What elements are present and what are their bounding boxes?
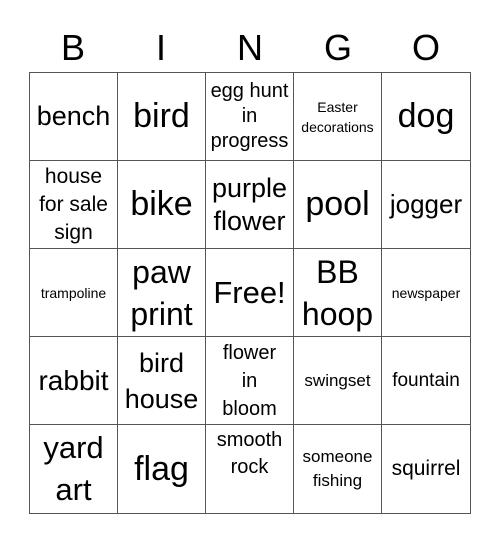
header-letter-o: O (411, 27, 440, 68)
bingo-cell[interactable]: fountain (382, 337, 470, 425)
bingo-cell[interactable]: trampoline (30, 249, 118, 337)
cell-label: purple flower (211, 172, 288, 236)
bingo-cell[interactable]: swingset (294, 337, 382, 425)
cell-label: Free! (213, 274, 286, 310)
cell-label: dog (397, 97, 455, 135)
bingo-cell[interactable]: bird (118, 73, 206, 161)
bingo-cell[interactable]: newspaper (382, 249, 470, 337)
bingo-cell[interactable]: yard art (30, 425, 118, 513)
bingo-cell[interactable]: bird house (118, 337, 206, 425)
cell-label: flower in bloom (222, 341, 277, 420)
cell-label: trampoline (40, 284, 107, 301)
cell-label: bike (130, 185, 193, 223)
header-letter-i: I (155, 27, 166, 68)
bingo-grid: bench bird egg hunt in progress Easter d… (29, 72, 471, 514)
cell-label: rabbit (38, 364, 109, 396)
header-letter-n: N (237, 27, 263, 68)
cell-label: bench (36, 101, 111, 131)
bingo-cell[interactable]: house for sale sign (30, 161, 118, 249)
cell-label: jogger (389, 189, 463, 219)
bingo-cell[interactable]: bench (30, 73, 118, 161)
header-letter-b: B (60, 27, 85, 68)
cell-label: house for sale sign (39, 164, 108, 244)
bingo-cell[interactable]: Free! (206, 249, 294, 337)
cell-label: fountain (392, 369, 460, 391)
cell-label: squirrel (391, 457, 461, 480)
cell-label: bird (133, 97, 190, 135)
bingo-cell[interactable]: someone fishing (294, 425, 382, 513)
bingo-cell[interactable]: jogger (382, 161, 470, 249)
bingo-cell[interactable]: egg hunt in progress (206, 73, 294, 161)
bingo-cell[interactable]: bike (118, 161, 206, 249)
bingo-cell[interactable]: flower in bloom (206, 337, 294, 425)
cell-label: egg hunt in progress (210, 80, 289, 152)
bingo-cell[interactable]: dog (382, 73, 470, 161)
bingo-cell[interactable]: purple flower (206, 161, 294, 249)
bingo-cell[interactable]: paw print (118, 249, 206, 337)
cell-label: smooth rock (216, 429, 283, 478)
header-letter-g: G (323, 27, 352, 68)
bingo-cell[interactable]: Easter decorations (294, 73, 382, 161)
cell-label: bird house (124, 347, 199, 414)
bingo-cell[interactable]: squirrel (382, 425, 470, 513)
cell-label: paw print (130, 253, 193, 332)
bingo-cell[interactable]: BB hoop (294, 249, 382, 337)
cell-label: yard art (43, 430, 104, 507)
bingo-cell[interactable]: pool (294, 161, 382, 249)
cell-label: newspaper (391, 284, 461, 301)
cell-label: swingset (304, 370, 371, 390)
cell-label: pool (305, 185, 370, 223)
cell-label: Easter decorations (301, 98, 374, 135)
cell-label: BB hoop (301, 253, 374, 332)
cell-label: someone fishing (302, 447, 373, 490)
bingo-cell[interactable]: rabbit (30, 337, 118, 425)
bingo-cell[interactable]: flag (118, 425, 206, 513)
cell-label: flag (134, 449, 189, 488)
bingo-cell[interactable]: smooth rock (206, 425, 294, 513)
